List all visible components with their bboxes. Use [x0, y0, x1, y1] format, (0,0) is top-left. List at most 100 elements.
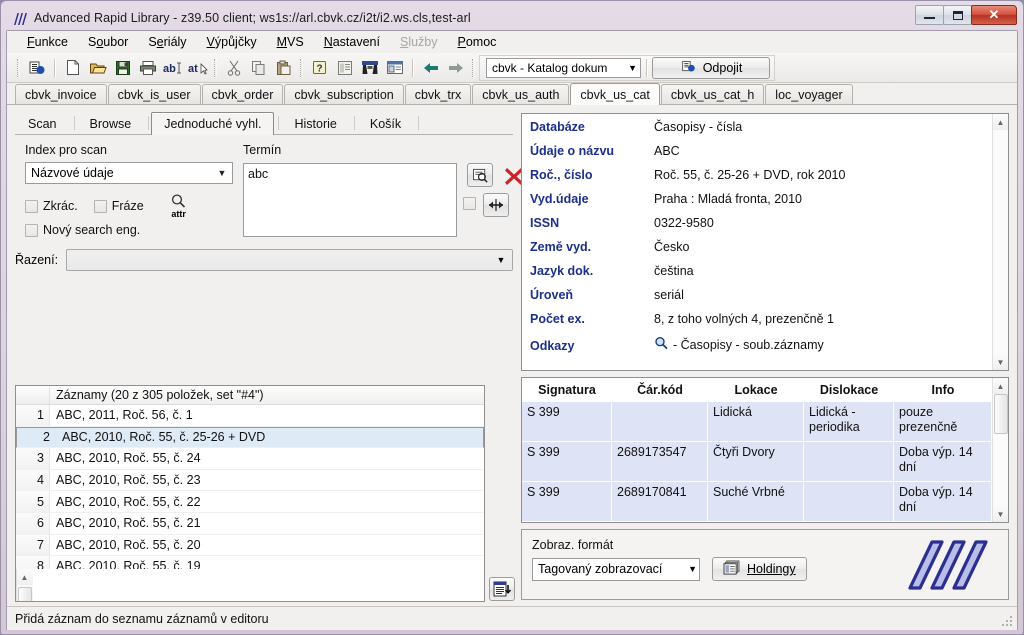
table-row[interactable]: 3 ABC, 2010, Roč. 55, č. 24 — [16, 448, 484, 470]
column-header-carkod: Čár.kód — [612, 383, 708, 397]
chevron-down-icon: ▼ — [628, 63, 637, 73]
menu-nastaveni[interactable]: Nastavení — [314, 33, 390, 51]
copy-icon[interactable] — [246, 56, 271, 80]
scrollbar-thumb[interactable] — [18, 587, 32, 602]
table-row[interactable]: S 399 Lidická Lidická - periodika pouze … — [522, 402, 992, 442]
scroll-up-arrow-icon[interactable]: ▲ — [993, 114, 1009, 130]
new-document-icon[interactable] — [60, 56, 85, 80]
tab-historie[interactable]: Historie — [281, 113, 349, 134]
search-button[interactable] — [467, 163, 493, 187]
forward-arrow-icon[interactable] — [443, 56, 468, 80]
attr-button[interactable]: attr — [162, 193, 196, 219]
scrollbar-track[interactable] — [993, 394, 1009, 506]
db-tab-cbvk_us_cat_h[interactable]: cbvk_us_cat_h — [661, 84, 764, 104]
detail-value: Časopisy - čísla — [654, 120, 742, 134]
db-tab-cbvk_us_auth[interactable]: cbvk_us_auth — [472, 84, 569, 104]
menu-pomoc[interactable]: Pomoc — [448, 33, 507, 51]
db-tab-cbvk_order[interactable]: cbvk_order — [202, 84, 284, 104]
at-select-icon[interactable]: at — [185, 56, 210, 80]
records-scrollbar[interactable]: ▲ ▼ — [16, 569, 32, 601]
toolbar: ab at — [7, 53, 1017, 83]
expand-pane-button[interactable] — [483, 193, 509, 217]
table-row[interactable]: S 399 2689170841 Suché Vrbné Doba výp. 1… — [522, 482, 992, 522]
menu-serialy[interactable]: Seriály — [138, 33, 196, 51]
help-question-icon[interactable]: ? — [307, 56, 332, 80]
db-tab-loc_voyager[interactable]: loc_voyager — [765, 84, 852, 104]
add-record-to-editor-button[interactable] — [489, 577, 515, 601]
extra-checkbox[interactable] — [463, 197, 476, 210]
holdings-table: Signatura Čár.kód Lokace Dislokace Info … — [521, 377, 1009, 523]
table-row[interactable]: 8 ABC, 2010, Roč. 55, č. 19 — [16, 556, 484, 569]
format-select[interactable]: Tagovaný zobrazovací ▼ — [532, 558, 700, 581]
ab-insert-icon[interactable]: ab — [160, 56, 185, 80]
records-list[interactable]: Záznamy (20 z 305 položek, set "#4") 1 A… — [15, 385, 485, 602]
table-row-selected[interactable]: 2 ABC, 2010, Roč. 55, č. 25-26 + DVD — [16, 427, 484, 449]
print-icon[interactable] — [135, 56, 160, 80]
toolbar-grip[interactable] — [17, 59, 20, 77]
detail-link[interactable]: - Časopisy - soub.záznamy — [654, 336, 824, 353]
row-text: ABC, 2010, Roč. 55, č. 22 — [50, 495, 201, 509]
database-combo[interactable]: cbvk - Katalog dokum ▼ — [486, 58, 641, 78]
table-row[interactable]: 7 ABC, 2010, Roč. 55, č. 20 — [16, 535, 484, 557]
scroll-up-arrow-icon[interactable]: ▲ — [993, 378, 1009, 394]
binoculars-search-icon[interactable] — [357, 56, 382, 80]
checkbox-fraze[interactable]: Fráze — [94, 199, 144, 213]
form-view-icon[interactable] — [332, 56, 357, 80]
holdings-button[interactable]: Holdingy — [712, 557, 807, 581]
menu-mvs[interactable]: MVS — [267, 33, 314, 51]
menu-funkce[interactable]: Funkce — [17, 33, 78, 51]
toolbar-grip-2[interactable] — [214, 59, 217, 77]
table-row[interactable]: 1 ABC, 2011, Roč. 56, č. 1 — [16, 405, 484, 427]
checkbox-fraze-label: Fráze — [112, 199, 144, 213]
checkbox-novy-search-eng[interactable]: Nový search eng. — [25, 223, 140, 237]
scrollbar-thumb[interactable] — [994, 394, 1008, 434]
window-layout-icon[interactable] — [382, 56, 407, 80]
add-record-to-editor-icon — [493, 581, 511, 598]
menu-soubor[interactable]: Soubor — [78, 33, 138, 51]
db-tab-cbvk_invoice[interactable]: cbvk_invoice — [15, 84, 107, 104]
toolbar-grip-3[interactable] — [300, 59, 303, 77]
save-disk-icon[interactable] — [110, 56, 135, 80]
db-tab-cbvk_trx[interactable]: cbvk_trx — [405, 84, 472, 104]
toolbar-separator — [54, 59, 55, 77]
connect-icon[interactable] — [24, 56, 49, 80]
svg-text:?: ? — [316, 63, 322, 74]
resize-grip-icon[interactable] — [1000, 614, 1014, 628]
tab-browse[interactable]: Browse — [77, 113, 145, 134]
table-row[interactable]: 4 ABC, 2010, Roč. 55, č. 23 — [16, 470, 484, 492]
detail-row-issn: ISSN 0322-9580 — [530, 216, 992, 240]
holdings-scrollbar[interactable]: ▲ ▼ — [992, 378, 1008, 522]
disconnect-button[interactable]: Odpojit — [652, 57, 770, 79]
back-arrow-icon[interactable] — [418, 56, 443, 80]
tab-jednoduche-vyhl[interactable]: Jednoduché vyhl. — [151, 112, 274, 135]
records-list-header: Záznamy (20 z 305 položek, set "#4") — [16, 386, 484, 405]
sort-select[interactable]: ▼ — [66, 249, 513, 271]
minimize-button[interactable] — [915, 5, 944, 25]
menu-vypujcky[interactable]: Výpůjčky — [197, 33, 267, 51]
scroll-down-arrow-icon[interactable]: ▼ — [993, 506, 1009, 522]
search-input[interactable]: abc — [243, 163, 457, 237]
db-tab-cbvk_us_cat[interactable]: cbvk_us_cat — [570, 83, 659, 105]
scroll-down-arrow-icon[interactable]: ▼ — [993, 354, 1009, 370]
table-row[interactable]: 6 ABC, 2010, Roč. 55, č. 21 — [16, 513, 484, 535]
maximize-button[interactable] — [943, 5, 972, 25]
db-tab-cbvk_subscription[interactable]: cbvk_subscription — [284, 84, 403, 104]
scroll-up-arrow-icon[interactable]: ▲ — [17, 569, 33, 585]
table-row[interactable]: 5 ABC, 2010, Roč. 55, č. 22 — [16, 491, 484, 513]
tab-scan[interactable]: Scan — [15, 113, 70, 134]
checkbox-box — [94, 200, 107, 213]
open-folder-icon[interactable] — [85, 56, 110, 80]
paste-icon[interactable] — [271, 56, 296, 80]
tab-kosik[interactable]: Košík — [357, 113, 414, 134]
close-button[interactable]: ✕ — [971, 5, 1017, 25]
toolbar-grip-4[interactable] — [472, 59, 475, 77]
row-text: ABC, 2010, Roč. 55, č. 20 — [50, 538, 201, 552]
db-tab-cbvk_is_user[interactable]: cbvk_is_user — [108, 84, 201, 104]
table-row[interactable]: S 399 2689173547 Čtyři Dvory Doba výp. 1… — [522, 442, 992, 482]
attr-button-label: attr — [171, 209, 186, 219]
checkbox-zkrac[interactable]: Zkrác. — [25, 199, 78, 213]
cut-icon[interactable] — [221, 56, 246, 80]
index-select[interactable]: Názvové údaje ▼ — [25, 162, 233, 184]
detail-scrollbar[interactable]: ▲ ▼ — [992, 114, 1008, 370]
scrollbar-track[interactable] — [993, 130, 1009, 354]
